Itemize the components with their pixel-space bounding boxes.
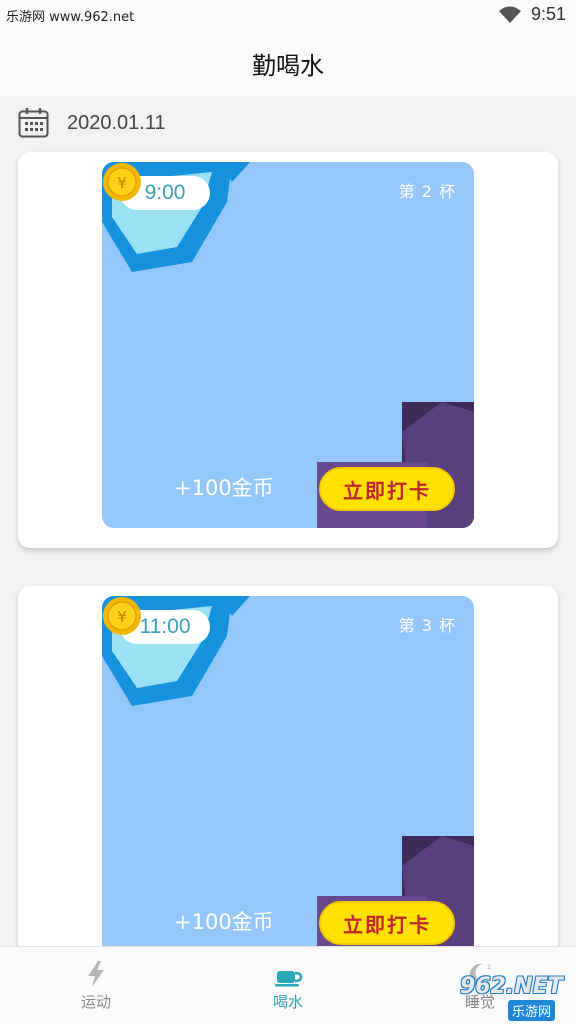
coin-icon: ¥ (103, 163, 141, 201)
cup-icon (275, 971, 303, 987)
wifi-icon (498, 6, 521, 23)
status-carrier-text: 乐游网 www.962.net (6, 10, 135, 25)
cup-label: 第 2 杯 (398, 182, 456, 201)
svg-text:¥: ¥ (117, 608, 127, 626)
card-illustration: 11:00 第 3 杯 ¥ +100金币 立即打卡 (102, 596, 474, 962)
status-bar: 乐游网 www.962.net 9:51 (0, 0, 576, 30)
date-row[interactable]: 2020.01.11 (0, 96, 576, 152)
watermark-logo: 962.NET 乐游网 (456, 972, 574, 1022)
water-card: 9:00 第 2 杯 ¥ +100金币 立即打卡 (18, 152, 558, 548)
checkin-button[interactable]: 立即打卡 (319, 901, 455, 945)
nav-label-sport: 运动 (80, 993, 111, 1011)
watermark-number: 962.NET (460, 974, 563, 999)
status-time: 9:51 (530, 4, 566, 24)
card-illustration: 9:00 第 2 杯 ¥ +100金币 立即打卡 (102, 162, 474, 528)
nav-label-water: 喝水 (272, 993, 303, 1011)
watermark-site: 乐游网 (508, 1000, 556, 1021)
calendar-icon[interactable] (18, 107, 49, 138)
app-bar: 勤喝水 (0, 30, 576, 96)
reward-text: +100金币 (174, 910, 274, 934)
checkin-button[interactable]: 立即打卡 (319, 467, 455, 511)
lightning-icon (88, 961, 104, 987)
coin-icon: ¥ (103, 597, 141, 635)
svg-text:z: z (487, 962, 491, 971)
page-title: 勤喝水 (252, 51, 324, 80)
nav-item-water[interactable]: 喝水 (192, 947, 384, 1024)
reward-text: +100金币 (174, 476, 274, 500)
date-text: 2020.01.11 (67, 112, 166, 134)
status-right: 9:51 (498, 4, 566, 25)
water-card: 11:00 第 3 杯 ¥ +100金币 立即打卡 (18, 586, 558, 982)
svg-text:¥: ¥ (117, 174, 127, 192)
cup-label: 第 3 杯 (398, 616, 456, 635)
nav-item-sport[interactable]: 运动 (0, 947, 192, 1024)
